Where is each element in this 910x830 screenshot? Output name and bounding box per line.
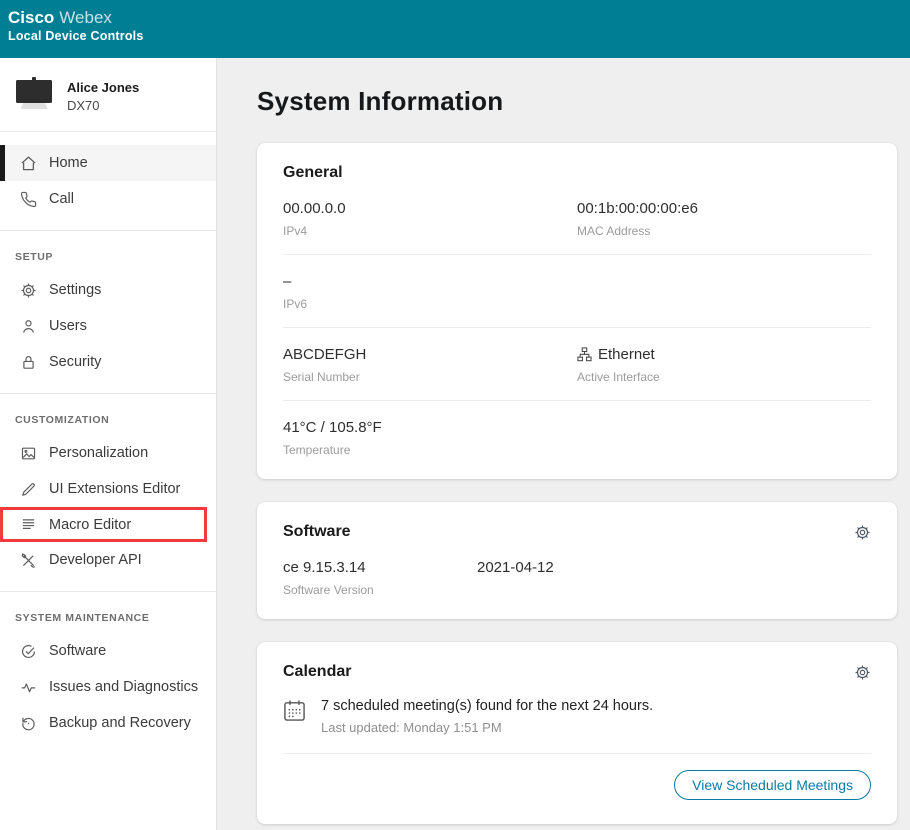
- sidebar: Alice Jones DX70 Home Call: [0, 58, 217, 830]
- field-software-version: ce 9.15.3.14 Software Version: [283, 558, 477, 597]
- view-scheduled-meetings-button[interactable]: View Scheduled Meetings: [674, 770, 871, 800]
- brand-webex: Webex: [59, 8, 112, 27]
- calendar-last-updated: Last updated: Monday 1:51 PM: [321, 720, 653, 735]
- sidebar-item-issues-and-diagnostics[interactable]: Issues and Diagnostics: [0, 669, 216, 705]
- lock-icon: [20, 354, 37, 371]
- interface-value: Ethernet: [577, 345, 871, 364]
- temperature-label: Temperature: [283, 443, 577, 457]
- software-card-title: Software: [283, 523, 351, 541]
- sidebar-item-label: Backup and Recovery: [49, 715, 191, 731]
- sidebar-item-software[interactable]: Software: [0, 633, 216, 669]
- ipv4-label: IPv4: [283, 224, 577, 238]
- software-version-value: ce 9.15.3.14: [283, 558, 477, 577]
- sidebar-nav: Home Call SETUP Settings: [0, 132, 216, 741]
- serial-label: Serial Number: [283, 370, 577, 384]
- serial-value: ABCDEFGH: [283, 345, 577, 364]
- brand: Cisco Webex: [8, 8, 910, 28]
- calendar-card: Calendar 7 scheduled meeting(s) found fo…: [257, 642, 897, 824]
- software-version-label: Software Version: [283, 583, 477, 597]
- sidebar-section-system-maintenance: SYSTEM MAINTENANCE: [0, 592, 216, 633]
- sidebar-item-label: Macro Editor: [49, 517, 131, 533]
- mac-label: MAC Address: [577, 224, 871, 238]
- device-model: DX70: [67, 98, 139, 113]
- ipv6-value: –: [283, 272, 577, 291]
- sidebar-item-home[interactable]: Home: [0, 145, 216, 181]
- field-active-interface: Ethernet Active Interface: [577, 345, 871, 384]
- sidebar-section-customization: CUSTOMIZATION: [0, 394, 216, 435]
- interface-label: Active Interface: [577, 370, 871, 384]
- brand-cisco: Cisco: [8, 8, 54, 27]
- software-row: ce 9.15.3.14 Software Version 2021-04-12: [283, 541, 871, 613]
- calendar-message: 7 scheduled meeting(s) found for the nex…: [321, 697, 653, 716]
- ipv6-label: IPv6: [283, 297, 577, 311]
- software-card: Software ce 9.15.3.14 Software Version 2…: [257, 502, 897, 619]
- image-icon: [20, 445, 37, 462]
- release-date-value: 2021-04-12: [477, 558, 554, 577]
- sidebar-section-setup: SETUP: [0, 231, 216, 272]
- sidebar-item-security[interactable]: Security: [0, 344, 216, 380]
- page-title: System Information: [257, 86, 897, 117]
- software-settings-gear-icon[interactable]: [854, 523, 871, 541]
- sidebar-item-label: Security: [49, 354, 101, 370]
- gear-icon: [20, 282, 37, 299]
- sidebar-item-label: Software: [49, 643, 106, 659]
- check-circle-icon: [20, 643, 37, 660]
- network-icon: [577, 347, 592, 362]
- field-serial-number: ABCDEFGH Serial Number: [283, 345, 577, 384]
- user-icon: [20, 318, 37, 335]
- sidebar-item-settings[interactable]: Settings: [0, 272, 216, 308]
- sidebar-item-macro-editor[interactable]: Macro Editor: [0, 507, 207, 542]
- device-info-block: Alice Jones DX70: [0, 58, 216, 132]
- device-meta: Alice Jones DX70: [67, 76, 139, 113]
- home-icon: [20, 155, 37, 172]
- general-row-2: – IPv6: [283, 255, 871, 327]
- sidebar-item-label: Call: [49, 191, 74, 207]
- header-subtitle: Local Device Controls: [8, 28, 910, 45]
- pulse-icon: [20, 679, 37, 696]
- sidebar-item-users[interactable]: Users: [0, 308, 216, 344]
- general-row-1: 00.00.0.0 IPv4 00:1b:00:00:00:e6 MAC Add…: [283, 182, 871, 254]
- phone-icon: [20, 191, 37, 208]
- sidebar-item-ui-extensions-editor[interactable]: UI Extensions Editor: [0, 471, 216, 507]
- field-ipv4: 00.00.0.0 IPv4: [283, 199, 577, 238]
- sidebar-item-backup-and-recovery[interactable]: Backup and Recovery: [0, 705, 216, 741]
- sidebar-item-developer-api[interactable]: Developer API: [0, 542, 216, 578]
- crossed-tools-icon: [20, 552, 37, 569]
- calendar-icon: [283, 697, 307, 735]
- sidebar-item-label: Home: [49, 155, 88, 171]
- sidebar-item-label: UI Extensions Editor: [49, 481, 180, 497]
- sidebar-item-label: Issues and Diagnostics: [49, 679, 198, 695]
- text-lines-icon: [20, 516, 37, 533]
- field-ipv6: – IPv6: [283, 272, 577, 311]
- device-user-name: Alice Jones: [67, 80, 139, 95]
- sidebar-item-label: Developer API: [49, 552, 142, 568]
- top-header-bar: Cisco Webex Local Device Controls: [0, 0, 910, 58]
- general-row-4: 41°C / 105.8°F Temperature: [283, 401, 871, 473]
- main-content: System Information General 00.00.0.0 IPv…: [217, 58, 910, 830]
- interface-value-text: Ethernet: [598, 345, 655, 364]
- ipv4-value: 00.00.0.0: [283, 199, 577, 218]
- calendar-texts: 7 scheduled meeting(s) found for the nex…: [321, 697, 653, 735]
- calendar-card-title: Calendar: [283, 663, 351, 681]
- field-release-date: 2021-04-12: [477, 558, 554, 597]
- temperature-value: 41°C / 105.8°F: [283, 418, 577, 437]
- sidebar-item-call[interactable]: Call: [0, 181, 216, 217]
- device-dx70-icon: [12, 76, 56, 110]
- mac-value: 00:1b:00:00:00:e6: [577, 199, 871, 218]
- app-window: Cisco Webex Local Device Controls Alice J…: [0, 0, 910, 830]
- calendar-summary: 7 scheduled meeting(s) found for the nex…: [283, 681, 871, 753]
- pencil-icon: [20, 481, 37, 498]
- sidebar-item-label: Users: [49, 318, 87, 334]
- sidebar-item-label: Personalization: [49, 445, 148, 461]
- field-mac-address: 00:1b:00:00:00:e6 MAC Address: [577, 199, 871, 238]
- general-card: General 00.00.0.0 IPv4 00:1b:00:00:00:e6…: [257, 143, 897, 479]
- history-restore-icon: [20, 715, 37, 732]
- general-card-title: General: [283, 164, 871, 182]
- sidebar-item-label: Settings: [49, 282, 101, 298]
- general-row-3: ABCDEFGH Serial Number Ethernet Active I…: [283, 328, 871, 400]
- sidebar-item-personalization[interactable]: Personalization: [0, 435, 216, 471]
- calendar-settings-gear-icon[interactable]: [854, 663, 871, 681]
- field-temperature: 41°C / 105.8°F Temperature: [283, 418, 577, 457]
